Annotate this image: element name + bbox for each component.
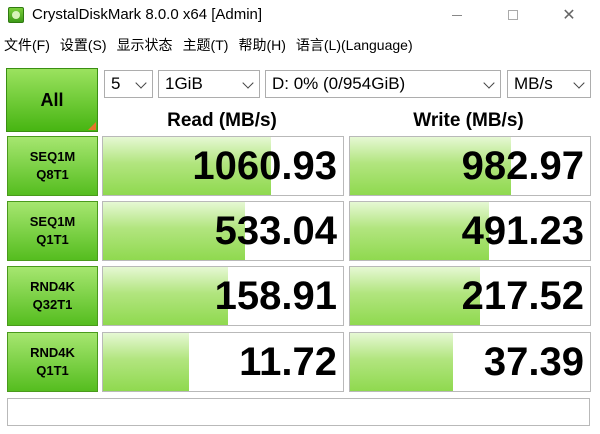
test-queue: Q1T1	[36, 232, 69, 247]
write-result-bar	[350, 267, 480, 325]
write-result-bar	[350, 333, 454, 391]
read-result-bar	[103, 333, 190, 391]
window-title: CrystalDiskMark 8.0.0 x64 [Admin]	[32, 6, 263, 23]
menu-bar: 文件(F) 设置(S) 显示状态 主题(T) 帮助(H) 语言(L)(Langu…	[0, 34, 600, 56]
test-button-rnd4k-q32t1[interactable]: RND4K Q32T1	[7, 266, 98, 326]
test-count-select[interactable]: 5	[104, 70, 153, 98]
run-all-button[interactable]: All	[6, 68, 98, 132]
unit-select[interactable]: MB/s	[507, 70, 591, 98]
read-result-bar	[103, 267, 228, 325]
minimize-button[interactable]	[434, 0, 480, 30]
read-result-cell: 533.04	[102, 201, 344, 261]
comment-field[interactable]	[7, 398, 590, 426]
chevron-down-icon	[483, 77, 495, 89]
chevron-down-icon	[135, 77, 147, 89]
menu-settings[interactable]: 设置(S)	[55, 34, 112, 56]
maximize-button[interactable]	[490, 0, 536, 30]
write-result-value: 491.23	[461, 209, 584, 253]
test-button-rnd4k-q1t1[interactable]: RND4K Q1T1	[7, 332, 98, 392]
test-size-select[interactable]: 1GiB	[158, 70, 260, 98]
read-result-value: 11.72	[239, 340, 337, 384]
test-size-value: 1GiB	[165, 74, 203, 93]
read-result-value: 158.91	[214, 274, 337, 318]
read-result-value: 1060.93	[192, 144, 337, 188]
test-queue: Q8T1	[36, 167, 69, 182]
title-bar: CrystalDiskMark 8.0.0 x64 [Admin] ✕	[0, 0, 600, 30]
menu-theme[interactable]: 主题(T)	[178, 34, 234, 56]
menu-help[interactable]: 帮助(H)	[233, 34, 290, 56]
test-name: RND4K	[30, 279, 75, 294]
maximize-icon	[508, 10, 518, 20]
write-result-cell: 37.39	[349, 332, 591, 392]
test-queue: Q1T1	[36, 363, 69, 378]
write-result-value: 982.97	[461, 144, 584, 188]
read-result-cell: 11.72	[102, 332, 344, 392]
unit-value: MB/s	[514, 74, 553, 93]
chevron-down-icon	[242, 77, 254, 89]
write-result-value: 217.52	[461, 274, 584, 318]
close-icon: ✕	[562, 7, 576, 24]
drive-select[interactable]: D: 0% (0/954GiB)	[265, 70, 501, 98]
test-count-value: 5	[111, 74, 121, 93]
write-result-cell: 217.52	[349, 266, 591, 326]
read-result-cell: 1060.93	[102, 136, 344, 196]
test-name: SEQ1M	[29, 149, 76, 164]
write-column-header: Write (MB/s)	[413, 110, 524, 131]
chevron-down-icon	[573, 77, 585, 89]
menu-language[interactable]: 语言(L)(Language)	[291, 34, 418, 56]
menu-file[interactable]: 文件(F)	[0, 34, 55, 56]
corner-marker-icon	[88, 122, 96, 130]
drive-value: D: 0% (0/954GiB)	[272, 74, 406, 93]
read-result-cell: 158.91	[102, 266, 344, 326]
test-queue: Q32T1	[32, 297, 73, 312]
app-icon	[8, 7, 24, 23]
write-result-cell: 982.97	[349, 136, 591, 196]
test-name: SEQ1M	[29, 214, 76, 229]
test-button-seq1m-q8t1[interactable]: SEQ1M Q8T1	[7, 136, 98, 196]
read-column-header: Read (MB/s)	[167, 110, 277, 131]
write-result-value: 37.39	[483, 340, 584, 384]
write-result-cell: 491.23	[349, 201, 591, 261]
minimize-icon	[452, 14, 462, 16]
run-all-label: All	[40, 89, 64, 110]
menu-display-status[interactable]: 显示状态	[112, 34, 178, 56]
test-button-seq1m-q1t1[interactable]: SEQ1M Q1T1	[7, 201, 98, 261]
close-button[interactable]: ✕	[546, 0, 592, 30]
read-result-value: 533.04	[214, 209, 337, 253]
test-name: RND4K	[30, 345, 75, 360]
